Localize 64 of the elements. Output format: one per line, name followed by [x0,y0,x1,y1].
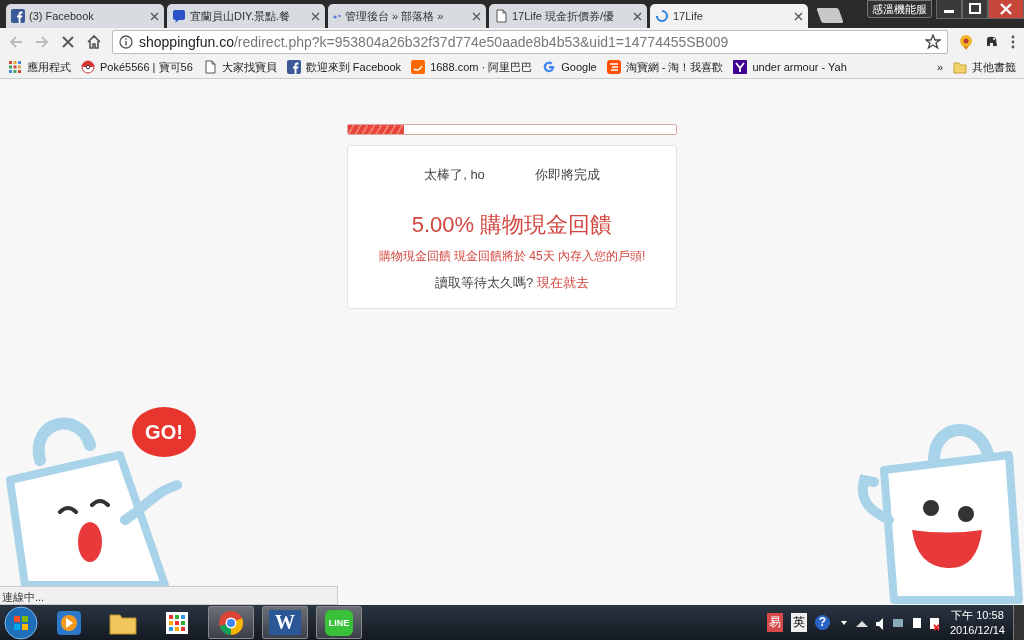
show-desktop-button[interactable] [1013,605,1024,640]
browser-tab[interactable]: 管理後台 » 部落格 » [328,4,486,28]
browser-tab[interactable]: 17Life [650,4,808,28]
wait-prompt: 讀取等待太久嗎? 現在就去 [435,274,589,292]
go-now-link[interactable]: 現在就去 [536,275,589,290]
page-icon [494,9,508,23]
greeting-text: 太棒了, ho [424,166,485,184]
address-bar[interactable]: shoppingfun.co/redirect.php?k=953804a26b32f37d774e50aade8b4b53&uid1=14774455SB009 [112,30,948,54]
star-icon[interactable] [925,34,941,50]
taskbar-app-button[interactable] [208,606,254,639]
close-icon[interactable] [794,11,803,21]
bookmark-item[interactable]: Poké5566 | 寶可56 [81,59,193,75]
dots-icon [333,13,341,19]
loading-spinner-icon [655,9,669,23]
extension-badge-icon[interactable] [958,34,974,50]
y-logo-icon [733,60,748,74]
page-icon [202,60,217,74]
info-icon [119,35,133,49]
close-icon[interactable] [150,11,159,21]
ime-indicator[interactable]: 易 [766,613,783,632]
close-icon[interactable] [311,11,320,21]
close-icon[interactable] [633,11,642,21]
folder-icon [953,60,967,74]
profile-button[interactable]: 感溫機能服 [867,0,932,18]
other-bookmarks-folder[interactable]: 其他書籤 [953,59,1016,75]
start-orb-icon[interactable] [4,605,38,640]
bookmark-item[interactable]: 歡迎來到 Facebook [286,59,402,75]
apps-grid-icon [8,60,22,74]
browser-tab[interactable]: (3) Facebook [6,4,164,28]
clock-date[interactable]: 2016/12/14 [949,622,1005,638]
google-icon [542,60,557,74]
browser-tab[interactable]: 17Life 現金折價券/優 [489,4,647,28]
cashback-note: 購物現金回饋 現金回饋將於 45天 內存入您的戶頭! [378,248,646,265]
pokeball-icon [81,60,95,74]
url-text: shoppingfun.co/redirect.php?k=953804a26b32f37d774e50aade8b4b53&uid1=14774455SB009 [139,34,729,50]
home-icon[interactable] [86,34,102,50]
stop-icon[interactable] [60,34,76,50]
speech-bubble: GO! [132,407,196,457]
subtitle-text: 你即將完成 [534,166,600,184]
browser-tab[interactable]: 宜蘭員山DIY.景點.餐 [167,4,325,28]
bookmark-item[interactable]: 應用程式 [8,59,71,75]
taobao-icon [606,60,621,74]
bookmark-item[interactable]: Google [542,60,597,74]
help-icon[interactable]: ? [814,615,830,630]
bookmark-item[interactable]: 1688.com · 阿里巴巴 [411,59,533,75]
bookmark-item[interactable]: under armour - Yah [733,60,847,74]
facebook-icon [286,60,301,74]
taskbar-app-button[interactable]: W [262,606,308,639]
chat-icon [172,9,186,23]
maximize-icon[interactable] [962,0,988,19]
new-tab-button[interactable] [816,8,844,23]
facebook-icon [11,9,25,23]
more-bookmarks-button[interactable]: » [936,61,943,73]
bookmark-item[interactable]: 淘寶網 - 淘！我喜歡 [606,59,724,75]
close-icon[interactable] [472,11,481,21]
cashback-headline: 5.00% 購物現金回饋 [411,211,613,239]
ime-indicator[interactable]: 英 [790,613,807,632]
smile-logo-icon [411,60,426,74]
minimize-icon[interactable] [936,0,962,19]
status-bubble: 連線中... [0,586,338,605]
close-icon[interactable] [988,0,1024,19]
menu-icon[interactable] [1010,34,1016,50]
bookmark-item[interactable]: 大家找寶貝 [202,59,277,75]
clock-time[interactable]: 下午 10:58 [951,607,1004,623]
